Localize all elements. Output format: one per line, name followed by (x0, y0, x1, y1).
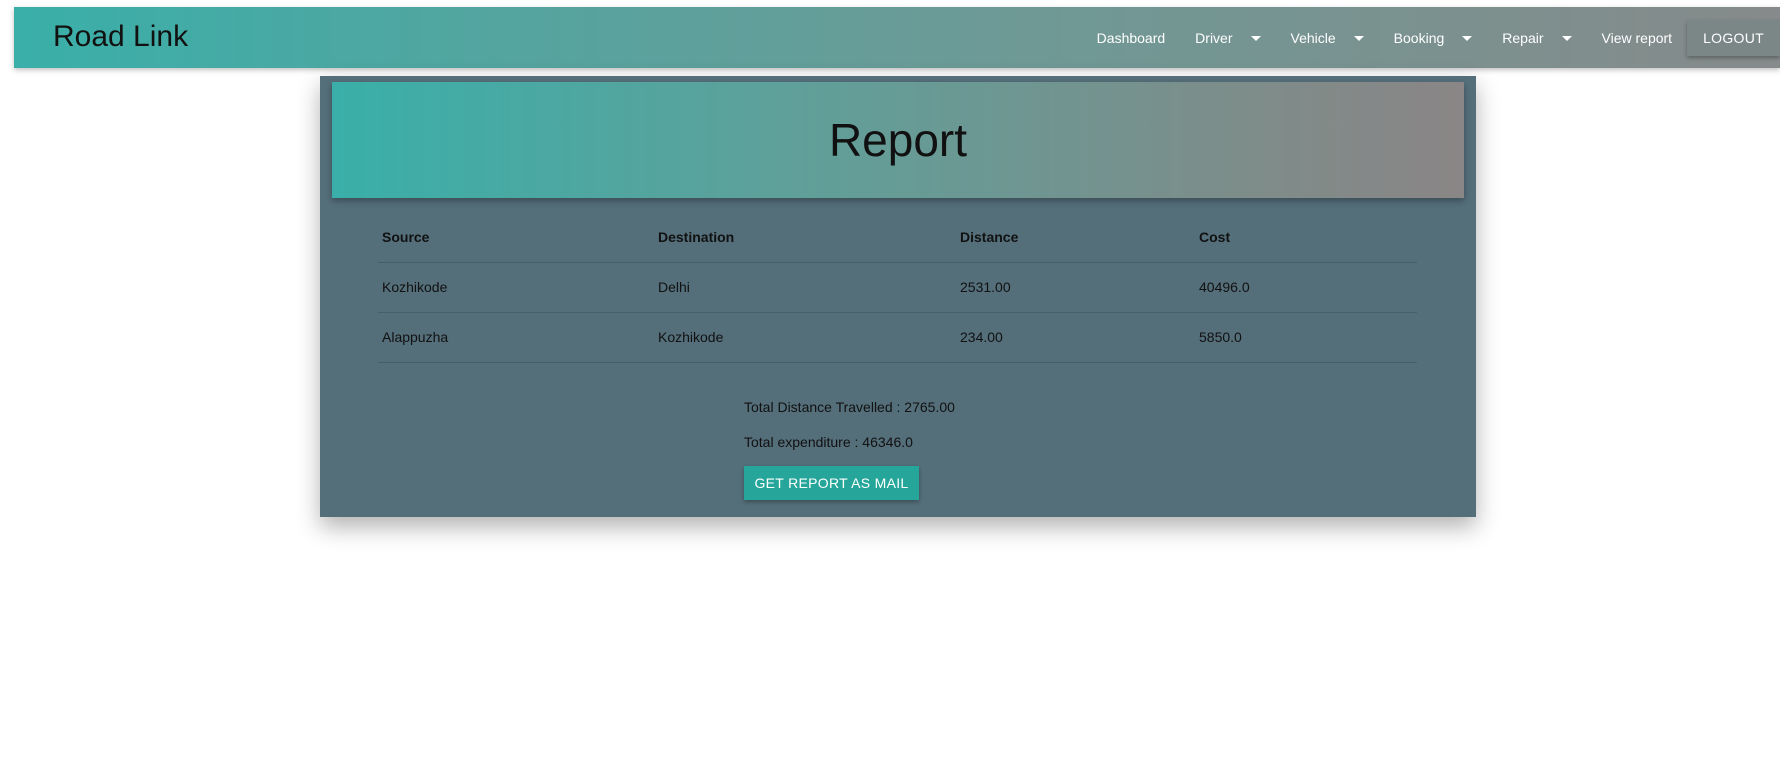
nav-item-label: Repair (1502, 29, 1544, 46)
cell-source: Alappuzha (378, 312, 654, 363)
cell-cost: 40496.0 (1195, 262, 1417, 313)
report-table: Source Destination Distance Cost Kozhiko… (378, 213, 1417, 363)
nav-item-vehicle[interactable]: Vehicle (1276, 7, 1379, 68)
nav-item-booking[interactable]: Booking (1379, 7, 1488, 68)
column-header-destination: Destination (654, 213, 956, 263)
nav-item-label: Driver (1195, 29, 1233, 46)
page-title: Report (828, 114, 968, 166)
nav-item-label: Dashboard (1096, 29, 1166, 46)
cell-destination: Kozhikode (654, 312, 956, 363)
total-distance-text: Total Distance Travelled : 2765.00 (744, 399, 955, 415)
top-navbar: Road Link Dashboard Driver Vehicle Booki… (14, 7, 1780, 68)
nav-item-label: Booking (1393, 29, 1445, 46)
logout-button[interactable]: LOGOUT (1687, 19, 1780, 56)
caret-down-icon (1561, 36, 1572, 41)
column-header-cost: Cost (1195, 213, 1417, 263)
cell-distance: 234.00 (956, 312, 1195, 363)
cell-cost: 5850.0 (1195, 312, 1417, 363)
cell-destination: Delhi (654, 262, 956, 313)
nav-item-label: Vehicle (1290, 29, 1336, 46)
nav-item-label: View report (1601, 29, 1673, 46)
nav-menu: Dashboard Driver Vehicle Booking Repair … (1082, 7, 1780, 68)
nav-item-view-report[interactable]: View report (1587, 7, 1688, 68)
column-header-source: Source (378, 213, 654, 263)
cell-distance: 2531.00 (956, 262, 1195, 313)
column-header-distance: Distance (956, 213, 1195, 263)
table-header-row: Source Destination Distance Cost (378, 213, 1417, 263)
report-card: Report Source Destination Distance Cost … (320, 76, 1476, 517)
get-report-mail-button[interactable]: GET REPORT AS MAIL (744, 466, 919, 500)
nav-item-dashboard[interactable]: Dashboard (1082, 7, 1181, 68)
nav-item-repair[interactable]: Repair (1487, 7, 1586, 68)
caret-down-icon (1250, 36, 1261, 41)
report-summary: Total Distance Travelled : 2765.00 Total… (744, 397, 955, 467)
caret-down-icon (1353, 36, 1364, 41)
caret-down-icon (1462, 36, 1473, 41)
table-row: Alappuzha Kozhikode 234.00 5850.0 (378, 312, 1417, 363)
report-header: Report (332, 82, 1464, 198)
table-row: Kozhikode Delhi 2531.00 40496.0 (378, 262, 1417, 313)
nav-item-driver[interactable]: Driver (1180, 7, 1275, 68)
total-expenditure-text: Total expenditure : 46346.0 (744, 434, 913, 450)
brand-logo[interactable]: Road Link (53, 19, 188, 55)
cell-source: Kozhikode (378, 262, 654, 313)
